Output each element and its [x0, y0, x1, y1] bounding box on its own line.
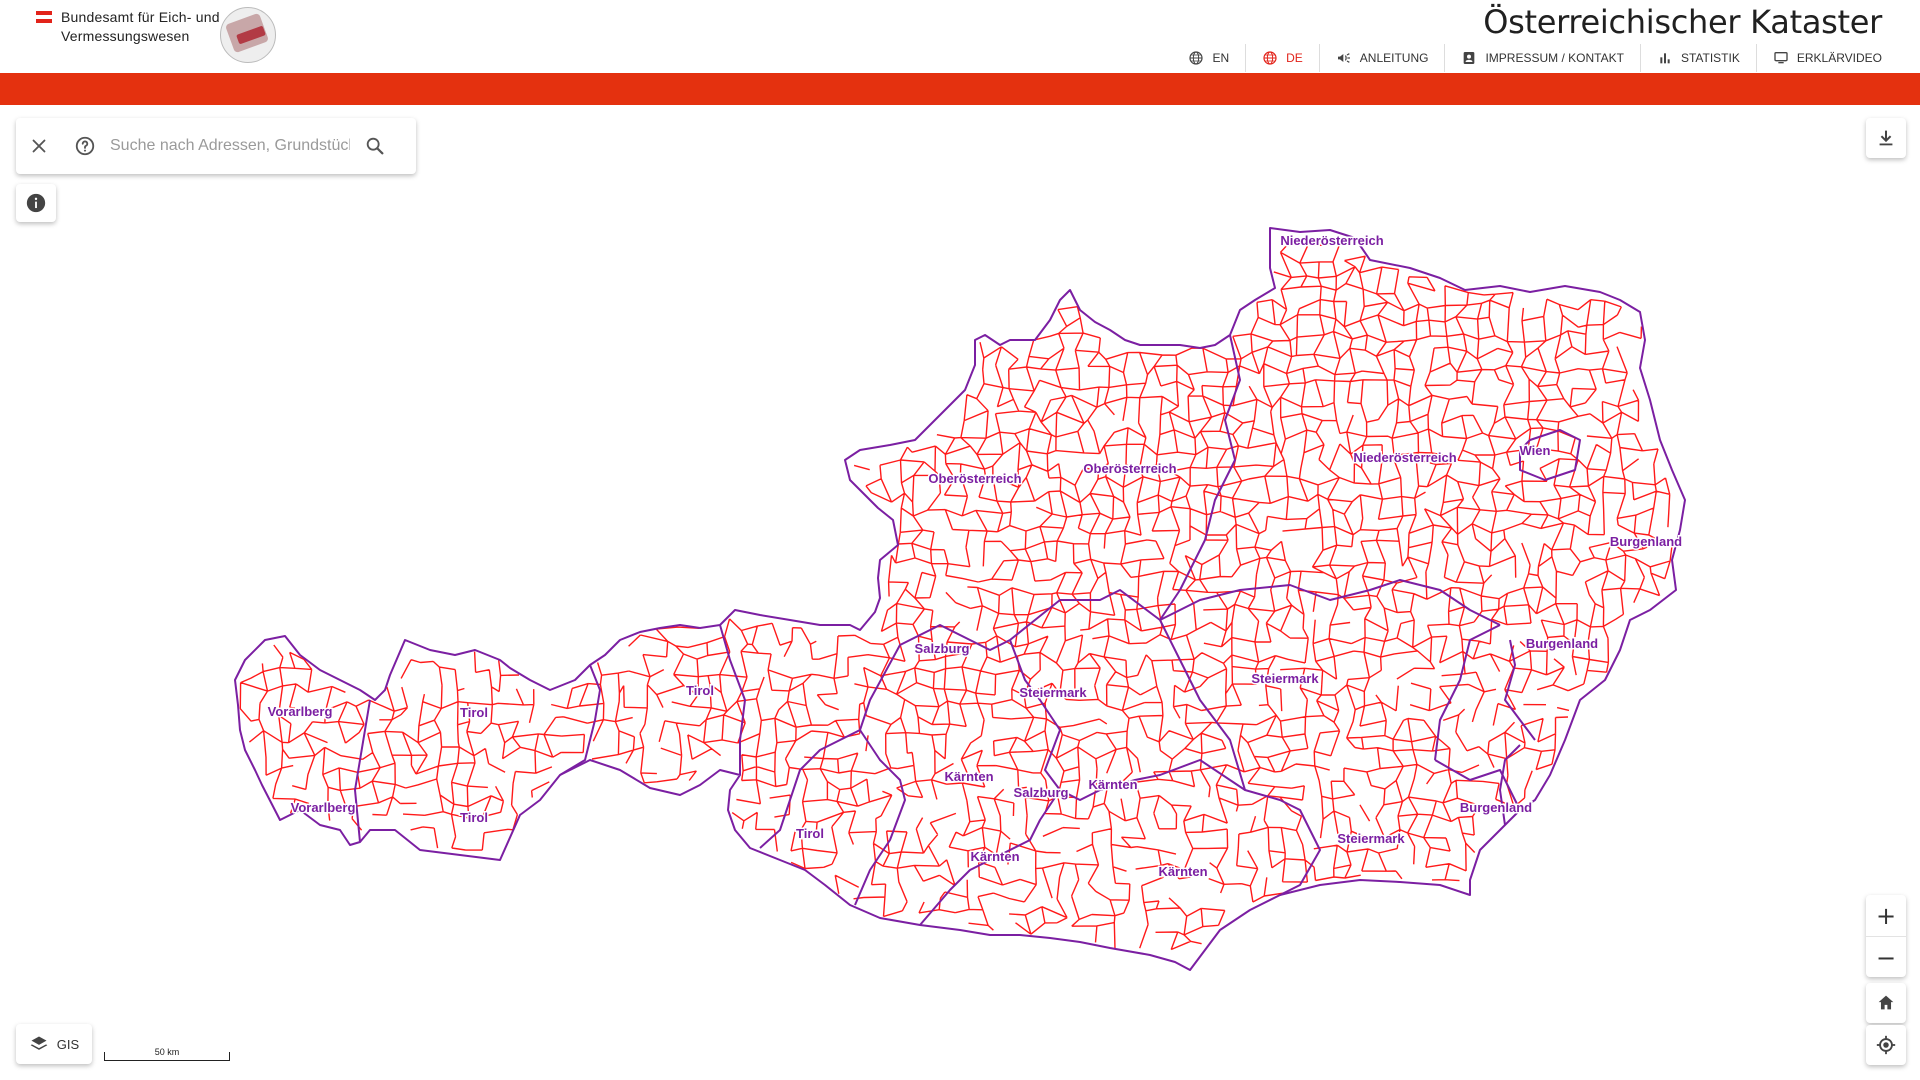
region-label: Oberösterreich	[1083, 461, 1176, 476]
globe-icon	[1263, 51, 1277, 65]
organization-name: Bundesamt für Eich- und Vermessungswesen	[61, 9, 220, 44]
monitor-icon	[1774, 52, 1788, 64]
app-header: Bundesamt für Eich- und Vermessungswesen…	[0, 0, 1920, 73]
region-label: Kärnten	[970, 849, 1019, 864]
map-canvas[interactable]: Niederösterreich Oberösterreich Oberösterr…	[0, 105, 1920, 1080]
accent-bar	[0, 73, 1920, 105]
region-label: Burgenland	[1460, 800, 1532, 815]
region-label: Kärnten	[1088, 777, 1137, 792]
scale-line	[104, 1052, 230, 1061]
home-extent-button[interactable]	[1866, 983, 1906, 1023]
scale-bar: 50 km	[104, 1043, 230, 1061]
austria-border	[234, 227, 1686, 971]
layers-icon	[30, 1036, 48, 1050]
region-label: Burgenland	[1526, 636, 1598, 651]
region-label: Niederösterreich	[1353, 450, 1456, 465]
zoom-out-button[interactable]: −	[1866, 936, 1906, 978]
region-labels: Niederösterreich Oberösterreich Oberösterr…	[266, 232, 1684, 881]
search-bar	[16, 118, 416, 174]
region-label: Salzburg	[915, 641, 970, 656]
top-navigation: EN DE ANLEITUNG IMPRESSUM / KONTAKT STAT…	[1172, 44, 1898, 72]
locate-me-button[interactable]	[1866, 1025, 1906, 1065]
close-icon	[32, 139, 46, 153]
download-icon	[1879, 130, 1893, 146]
nav-label: ANLEITUNG	[1359, 51, 1429, 65]
cadastre-emblem-icon	[220, 7, 276, 63]
region-label: Vorarlberg	[291, 800, 356, 815]
nav-label: DE	[1286, 51, 1303, 65]
layer-switcher-button[interactable]: GIS	[16, 1024, 92, 1064]
search-input[interactable]	[108, 136, 352, 156]
zoom-in-button[interactable]: +	[1866, 895, 1906, 936]
parcel-grid	[239, 241, 1674, 951]
globe-icon	[1189, 51, 1204, 65]
info-button[interactable]	[16, 184, 56, 222]
nav-label: ERKLÄRVIDEO	[1796, 51, 1882, 65]
nav-label: STATISTIK	[1680, 51, 1740, 65]
region-label: Salzburg	[1014, 785, 1069, 800]
layer-label: GIS	[56, 1036, 80, 1052]
contact-card-icon	[1464, 52, 1475, 64]
region-label: Tirol	[796, 826, 824, 841]
cadastre-map[interactable]: Niederösterreich Oberösterreich Oberösterr…	[0, 105, 1920, 1080]
region-label: Vorarlberg	[268, 704, 333, 719]
region-label: Steiermark	[1251, 671, 1319, 686]
region-label: Tirol	[460, 810, 488, 825]
nav-impressum-kontakt[interactable]: IMPRESSUM / KONTAKT	[1444, 44, 1639, 72]
region-label: Steiermark	[1337, 831, 1405, 846]
region-label: Burgenland	[1610, 534, 1682, 549]
parcel-lines	[239, 241, 1674, 951]
zoom-control: + −	[1866, 895, 1906, 977]
clear-search-button[interactable]	[16, 118, 62, 174]
region-label: Tirol	[686, 683, 714, 698]
austrian-flag-icon	[36, 11, 52, 23]
download-button[interactable]	[1866, 118, 1906, 158]
region-label: Kärnten	[944, 769, 993, 784]
help-icon	[75, 136, 95, 156]
region-label: Wien	[1520, 443, 1551, 458]
bar-chart-icon	[1660, 53, 1670, 64]
region-label: Steiermark	[1019, 685, 1087, 700]
nav-statistik[interactable]: STATISTIK	[1639, 44, 1756, 72]
region-label: Kärnten	[1158, 864, 1207, 879]
info-icon	[26, 193, 46, 213]
nav-language-de[interactable]: DE	[1245, 44, 1319, 72]
region-label: Oberösterreich	[928, 471, 1021, 486]
search-help-button[interactable]	[62, 118, 108, 174]
home-icon	[1878, 995, 1894, 1010]
state-boundaries	[234, 227, 1686, 971]
region-label: Tirol	[460, 705, 488, 720]
search-submit-button[interactable]	[352, 118, 398, 174]
nav-label: IMPRESSUM / KONTAKT	[1485, 51, 1624, 65]
crosshair-location-icon	[1876, 1035, 1896, 1055]
bev-logo[interactable]: Bundesamt für Eich- und Vermessungswesen	[36, 8, 219, 68]
megaphone-icon	[1337, 53, 1350, 63]
region-label: Niederösterreich	[1280, 233, 1383, 248]
app-title: Österreichischer Kataster	[1483, 3, 1882, 41]
nav-anleitung[interactable]: ANLEITUNG	[1318, 44, 1445, 72]
nav-label: EN	[1212, 51, 1230, 65]
search-icon	[366, 137, 384, 155]
nav-erklaervideo[interactable]: ERKLÄRVIDEO	[1755, 44, 1898, 72]
nav-language-en[interactable]: EN	[1172, 44, 1245, 72]
